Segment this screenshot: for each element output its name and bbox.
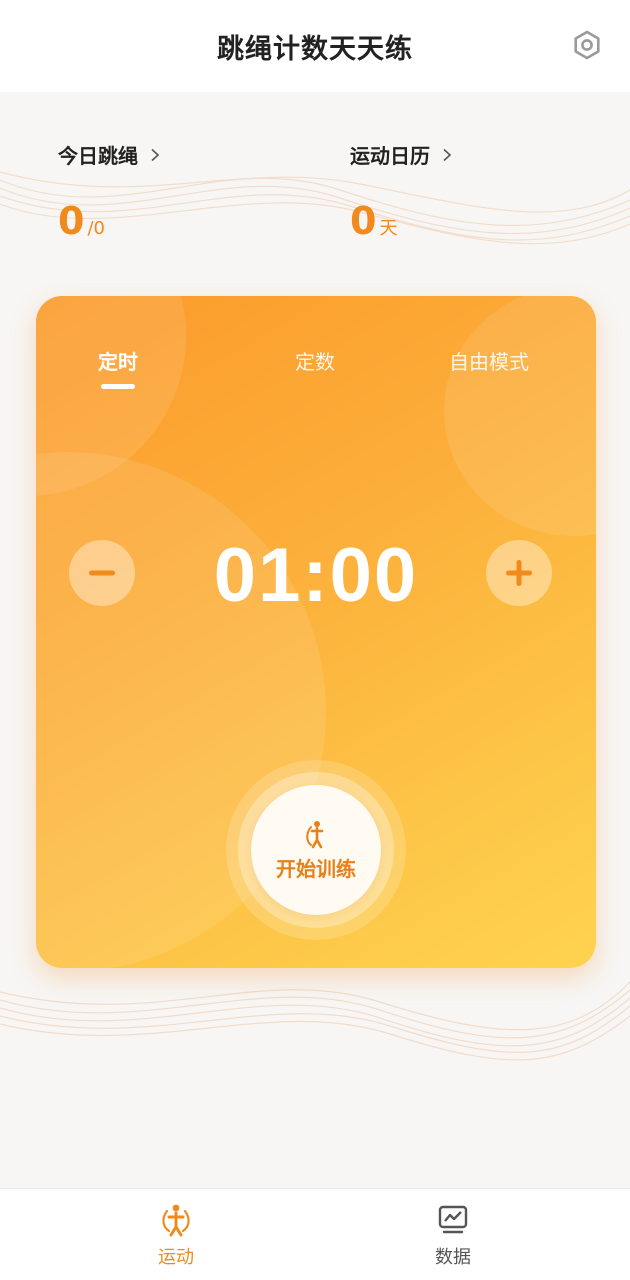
card-decor-circle	[444, 296, 596, 536]
exercise-calendar-label: 运动日历	[350, 144, 430, 168]
tab-free-mode[interactable]: 自由模式	[434, 346, 544, 375]
today-jump-link[interactable]: 今日跳绳	[58, 140, 162, 169]
today-jump-count: 0	[58, 199, 85, 243]
tab-timed[interactable]: 定时	[78, 346, 158, 389]
start-training-button[interactable]: 开始训练	[251, 785, 381, 915]
nav-item-exercise[interactable]: 运动	[116, 1203, 236, 1269]
nav-item-data[interactable]: 数据	[393, 1203, 513, 1269]
mode-tabs: 定时 定数 自由模式	[36, 346, 596, 396]
page-title: 跳绳计数天天练	[217, 33, 413, 65]
today-jump-stat: 今日跳绳 0 /0	[58, 140, 162, 243]
tab-counted-label: 定数	[295, 350, 335, 374]
nav-item-exercise-label: 运动	[158, 1247, 194, 1268]
nav-item-data-label: 数据	[435, 1247, 471, 1268]
increase-time-button[interactable]	[486, 540, 552, 606]
chart-icon	[438, 1205, 468, 1234]
start-button-ring: 开始训练	[238, 772, 394, 928]
plus-icon	[506, 560, 532, 586]
top-bar: 跳绳计数天天练	[0, 0, 630, 92]
start-training-label: 开始训练	[276, 856, 356, 881]
app-root: 跳绳计数天天练 今日跳绳 0 /0 运动日历 0 天 定时 定数 自由模式 01…	[0, 0, 630, 1280]
exercise-days-unit: 天	[379, 218, 398, 239]
tab-active-indicator	[101, 384, 135, 389]
chevron-right-icon	[151, 148, 160, 161]
exercise-days-count: 0	[350, 199, 377, 243]
chevron-right-icon	[443, 148, 452, 161]
jump-rope-icon	[162, 1204, 190, 1237]
wave-decoration-bottom	[0, 981, 630, 1061]
exercise-calendar-link[interactable]: 运动日历	[350, 140, 454, 169]
exercise-calendar-stat: 运动日历 0 天	[350, 140, 454, 243]
today-jump-label: 今日跳绳	[58, 144, 138, 168]
tab-counted[interactable]: 定数	[275, 346, 355, 375]
settings-button[interactable]	[570, 28, 604, 62]
settings-hex-icon	[574, 30, 600, 60]
today-jump-target: /0	[87, 218, 105, 239]
tab-free-mode-label: 自由模式	[449, 350, 529, 374]
jump-rope-icon	[306, 820, 324, 848]
start-button-halo: 开始训练	[226, 760, 406, 940]
bottom-nav: 运动 数据	[0, 1188, 630, 1280]
training-card: 定时 定数 自由模式 01:00 开始训练	[36, 296, 596, 968]
tab-timed-label: 定时	[98, 350, 138, 374]
